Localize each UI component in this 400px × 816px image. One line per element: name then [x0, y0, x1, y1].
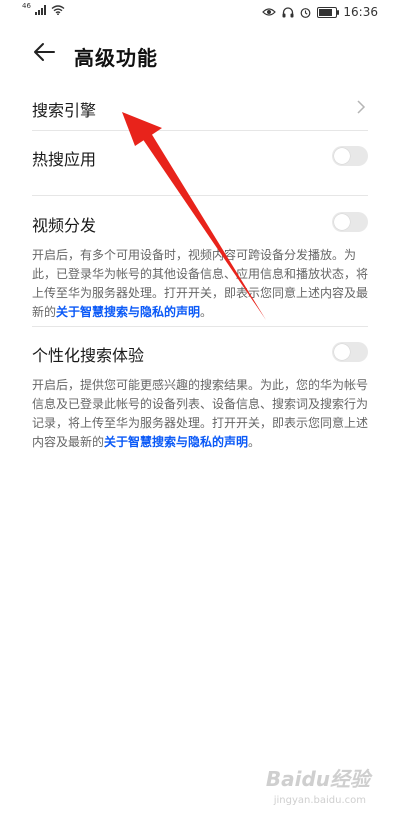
video-distribution-label: 视频分发 [32, 216, 97, 235]
search-engine-row[interactable]: 搜索引擎 [32, 97, 368, 120]
chevron-right-icon [357, 100, 366, 114]
personalized-search-toggle[interactable] [332, 342, 368, 362]
alarm-icon [301, 7, 311, 18]
privacy-statement-link[interactable]: 关于智慧搜索与隐私的声明 [104, 435, 248, 449]
hot-search-apps-row: 热搜应用 [32, 146, 368, 169]
status-time: 16:36 [343, 5, 378, 19]
divider [32, 195, 368, 196]
video-distribution-description: 开启后，有多个可用设备时，视频内容可跨设备分发播放。为此，已登录华为帐号的其他设… [32, 246, 368, 322]
hot-search-apps-toggle[interactable] [332, 146, 368, 166]
page-title: 高级功能 [74, 46, 158, 70]
personalized-search-row: 个性化搜索体验 [32, 342, 368, 365]
watermark-url: jingyan.baidu.com [273, 795, 366, 806]
personalized-search-description: 开启后，提供您可能更感兴趣的搜索结果。为此，您的华为帐号信息及已登录此帐号的设备… [32, 376, 368, 452]
divider [32, 326, 368, 327]
desc-suffix: 。 [248, 435, 261, 449]
status-left: 46 [22, 2, 65, 15]
hot-search-apps-label: 热搜应用 [32, 150, 97, 169]
status-right: 16:36 [262, 5, 378, 19]
headphones-icon [282, 6, 294, 17]
video-distribution-row: 视频分发 [32, 212, 368, 235]
eye-icon [262, 8, 277, 16]
video-distribution-toggle[interactable] [332, 212, 368, 232]
signal-badge: 46 [22, 2, 31, 10]
desc-suffix: 。 [200, 305, 213, 319]
watermark-logo: Baidu经验 [265, 767, 370, 791]
battery-icon [317, 6, 340, 18]
signal-icon [34, 5, 46, 15]
wifi-icon [51, 5, 65, 15]
back-arrow-icon[interactable] [32, 40, 56, 64]
divider [32, 130, 368, 131]
status-bar: 46 16:36 [0, 0, 400, 26]
header: 高级功能 [0, 30, 400, 82]
personalized-search-label: 个性化搜索体验 [32, 346, 145, 365]
toggle-knob [334, 344, 350, 360]
toggle-knob [334, 214, 350, 230]
search-engine-label: 搜索引擎 [32, 101, 97, 120]
privacy-statement-link[interactable]: 关于智慧搜索与隐私的声明 [56, 305, 200, 319]
toggle-knob [334, 148, 350, 164]
